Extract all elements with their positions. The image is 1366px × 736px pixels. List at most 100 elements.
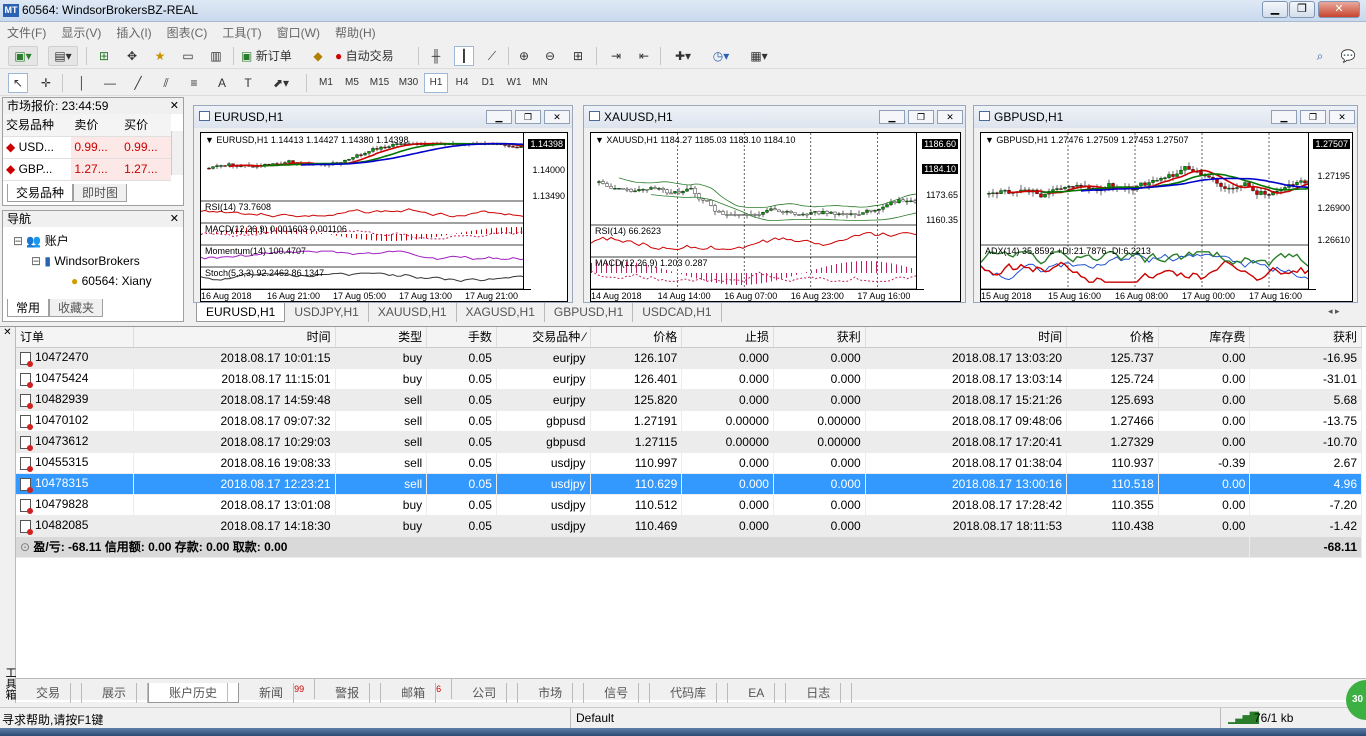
cursor-icon[interactable]: ↖ [8, 73, 28, 93]
tile-windows-icon[interactable]: ⊞ [568, 46, 588, 66]
column-header[interactable]: 订单 [16, 327, 135, 348]
table-row[interactable]: 10473612 2018.08.17 10:29:03 sell 0.05 gbpus… [16, 431, 1362, 453]
close-icon[interactable]: ✕ [937, 110, 963, 124]
timeframe-m30-button[interactable]: M30 [395, 73, 422, 93]
table-row[interactable]: 10472470 2018.08.17 10:01:15 buy 0.05 eurjpy… [16, 347, 1362, 369]
close-icon[interactable]: ✕ [170, 211, 179, 227]
terminal-tab[interactable]: 市场 [518, 683, 585, 703]
chart-window-eurusd[interactable]: EURUSD,H1 ▁❐✕ RSI(14) 73.76081007030MACD(1… [193, 105, 573, 303]
tab-tick-chart[interactable]: 即时图 [73, 184, 128, 202]
vertical-line-icon[interactable]: │ [72, 73, 92, 93]
chart-tab[interactable]: USDCAD,H1 [633, 303, 722, 322]
minimize-icon[interactable]: ▁ [1271, 110, 1297, 124]
search-icon[interactable]: ⌕ [1310, 46, 1330, 66]
terminal-tab[interactable]: 新闻 99 [239, 679, 316, 703]
close-icon[interactable]: ✕ [1329, 110, 1355, 124]
timeframe-d1-button[interactable]: D1 [476, 73, 500, 93]
market-watch-row[interactable]: ◆ GBP... 1.27... 1.27... [3, 158, 171, 181]
terminal-icon[interactable]: ▭ [178, 46, 198, 66]
close-icon[interactable]: ✕ [170, 98, 179, 114]
terminal-tab[interactable]: 公司 [452, 683, 519, 703]
menu-tools[interactable]: 工具(T) [215, 22, 269, 41]
tree-item-broker[interactable]: ⊟ ▮ WindsorBrokers [13, 251, 152, 271]
table-row[interactable]: 10482085 2018.08.17 14:18:30 buy 0.05 usdjpy… [16, 515, 1362, 537]
chart-window-gbpusd[interactable]: GBPUSD,H1 ▁ ❐ ✕ ADX(14) 35.8592 +DI:21.7876 … [973, 105, 1358, 303]
terminal-tab[interactable]: 代码库 [650, 683, 729, 703]
menu-view[interactable]: 显示(V) [54, 22, 109, 41]
table-row[interactable]: 10478315 2018.08.17 12:23:21 sell 0.05 usdjp… [16, 473, 1362, 495]
table-row[interactable]: 10455315 2018.08.16 19:08:33 sell 0.05 usdjp… [16, 452, 1362, 474]
chart-tab[interactable]: EURUSD,H1 [196, 303, 286, 322]
close-icon[interactable]: ✕ [544, 110, 570, 124]
column-header[interactable]: 买价 [121, 114, 171, 137]
chart-plot[interactable]: ADX(14) 35.8592 +DI:21.7876 -DI:6.221337… [980, 132, 1353, 302]
trendline-icon[interactable]: ╱ [128, 73, 148, 93]
market-watch-row[interactable]: ◆ USD... 0.99... 0.99... [3, 136, 171, 159]
chart-shift-icon[interactable]: ⇤ [634, 46, 654, 66]
auto-trading-button[interactable]: ● 自动交易 [334, 46, 410, 66]
column-header[interactable]: 类型 [335, 327, 428, 348]
terminal-tab[interactable]: 展示 [82, 683, 149, 703]
menu-help[interactable]: 帮助(H) [328, 22, 384, 41]
chart-tab[interactable]: USDJPY,H1 [285, 303, 369, 322]
navigator-icon[interactable]: ★ [150, 46, 170, 66]
strategy-tester-icon[interactable]: ▥ [206, 46, 226, 66]
maximize-button[interactable]: ❐ [1289, 1, 1315, 18]
terminal-tab[interactable]: 交易 [16, 683, 83, 703]
chart-tab[interactable]: XAGUSD,H1 [457, 303, 545, 322]
chart-window-xauusd[interactable]: XAUUSD,H1 ▁❐✕ RSI(14) 66.26231007030MACD(1… [583, 105, 966, 303]
new-order-button[interactable]: ▣ 新订单 [240, 46, 302, 66]
minimize-icon[interactable]: ▁ [879, 110, 905, 124]
restore-icon[interactable]: ❐ [908, 110, 934, 124]
column-header[interactable]: 库存费 [1158, 327, 1251, 348]
text-icon[interactable]: A [212, 73, 232, 93]
indicators-icon[interactable]: ✚▾ [668, 46, 698, 66]
column-header[interactable]: 时间 [865, 327, 1068, 348]
terminal-tab[interactable]: 邮箱 6 [381, 679, 453, 703]
table-row[interactable]: 10482939 2018.08.17 14:59:48 sell 0.05 eurjp… [16, 389, 1362, 411]
minimize-icon[interactable]: ▁ [486, 110, 512, 124]
menu-charts[interactable]: 图表(C) [160, 22, 216, 41]
timeframe-m15-button[interactable]: M15 [366, 73, 393, 93]
scrollbar[interactable] [171, 131, 183, 175]
zoom-out-icon[interactable]: ⊖ [540, 46, 560, 66]
column-header[interactable]: 价格 [1066, 327, 1159, 348]
horizontal-line-icon[interactable]: — [100, 73, 120, 93]
close-button[interactable]: ✕ [1318, 1, 1360, 18]
crosshair-icon[interactable]: ✛ [36, 73, 56, 93]
tree-item-accounts[interactable]: ⊟ 👥 账户 [13, 231, 152, 251]
timeframe-h1-button[interactable]: H1 [424, 73, 448, 93]
text-label-icon[interactable]: T [238, 73, 258, 93]
restore-icon[interactable]: ❐ [1300, 110, 1326, 124]
column-header[interactable]: 手数 [426, 327, 497, 348]
chart-tab[interactable]: GBPUSD,H1 [545, 303, 634, 322]
metaeditor-icon[interactable]: ◆ [308, 46, 328, 66]
close-icon[interactable]: ✕ [0, 327, 15, 338]
terminal-tab[interactable]: 日志 [786, 683, 853, 703]
column-header[interactable]: 卖价 [71, 114, 122, 137]
menu-window[interactable]: 窗口(W) [270, 22, 328, 41]
column-header[interactable]: 时间 [133, 327, 336, 348]
table-row[interactable]: 10479828 2018.08.17 13:01:08 buy 0.05 usdjpy… [16, 494, 1362, 516]
fibonacci-icon[interactable]: ≡ [184, 73, 204, 93]
auto-scroll-icon[interactable]: ⇥ [606, 46, 626, 66]
terminal-tab[interactable]: 警报 [315, 683, 382, 703]
tab-symbols[interactable]: 交易品种 [7, 184, 74, 202]
line-chart-icon[interactable]: ⟋ [482, 46, 502, 66]
restore-icon[interactable]: ❐ [515, 110, 541, 124]
column-header[interactable]: 价格 [590, 327, 683, 348]
chart-tab-scroll-arrows-icon[interactable]: ◂ ▸ [1328, 306, 1340, 317]
table-row[interactable]: 10470102 2018.08.17 09:07:32 sell 0.05 gbpus… [16, 410, 1362, 432]
zoom-in-icon[interactable]: ⊕ [514, 46, 534, 66]
market-watch-icon[interactable]: ⊞ [94, 46, 114, 66]
column-header[interactable]: 获利 [1249, 327, 1362, 348]
chart-tab[interactable]: XAUUSD,H1 [369, 303, 457, 322]
tree-item-account[interactable]: ● 60564: Xiany [13, 271, 152, 291]
column-header[interactable]: 交易品种 [3, 114, 72, 137]
data-window-icon[interactable]: ✥ [122, 46, 142, 66]
menu-insert[interactable]: 插入(I) [109, 22, 159, 41]
column-header[interactable]: 止损 [681, 327, 774, 348]
terminal-tab[interactable]: 信号 [584, 683, 651, 703]
timeframe-h4-button[interactable]: H4 [450, 73, 474, 93]
arrows-icon[interactable]: ⬈▾ [266, 73, 296, 93]
